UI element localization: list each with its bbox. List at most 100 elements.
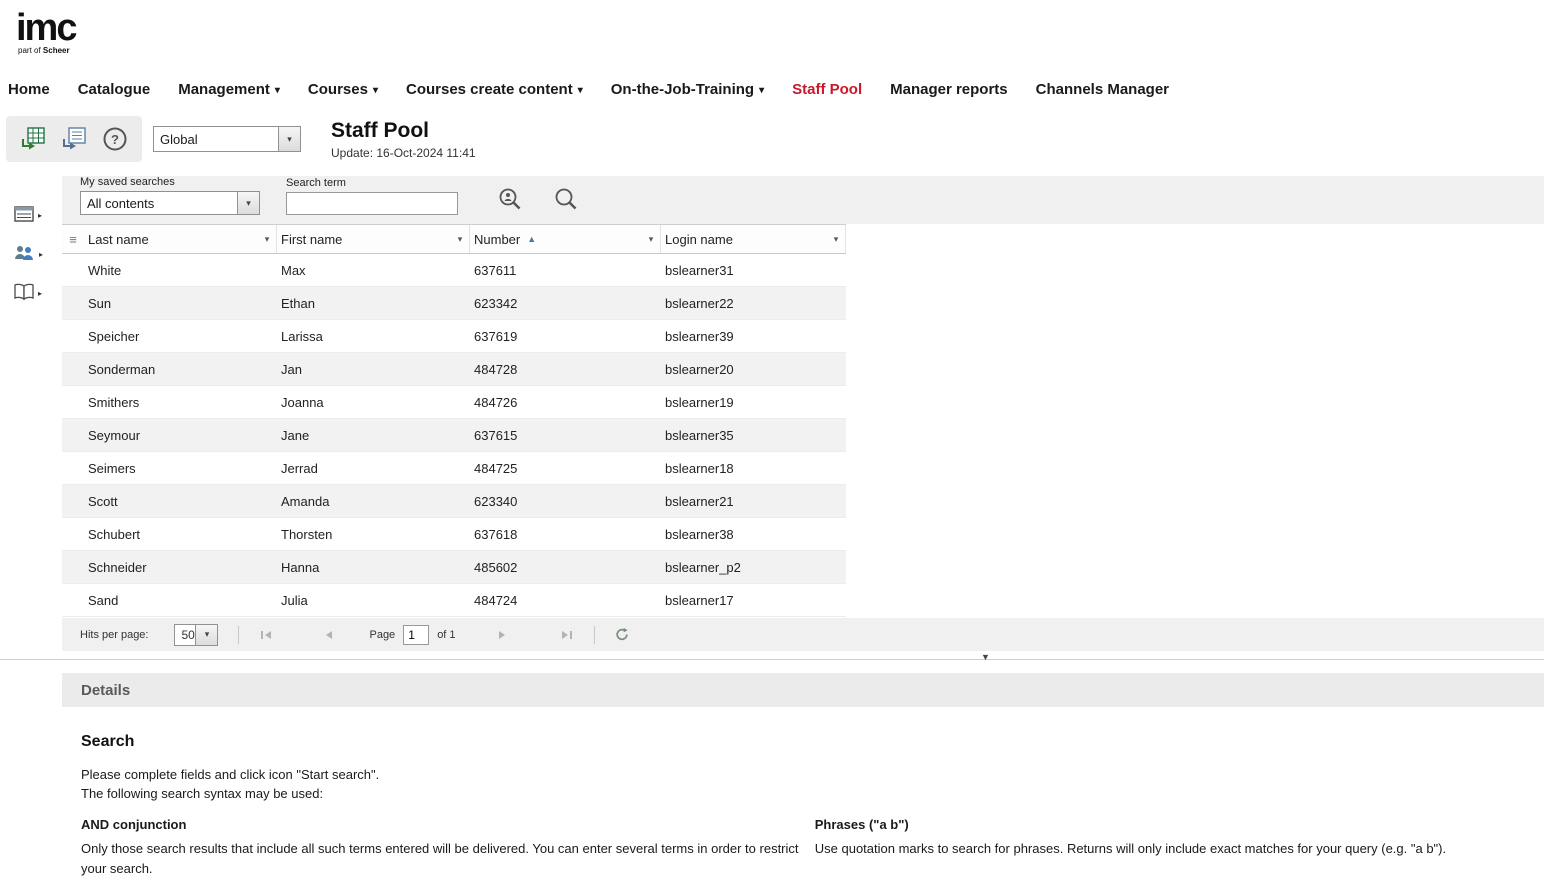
scope-select[interactable]: Global ▾ (153, 126, 301, 152)
cell-last-name: Sand (84, 593, 277, 608)
last-page-button[interactable] (560, 628, 574, 642)
filter-dropdown-icon[interactable]: ▾ (827, 234, 845, 245)
cell-first-name: Jerrad (277, 461, 470, 476)
nav-item[interactable]: Courses ▾ (308, 81, 378, 98)
table-row[interactable]: Schubert Thorsten 637618 bslearner38 (62, 518, 846, 551)
search-term-label: Search term (286, 177, 458, 189)
nav-item[interactable]: Channels Manager▾ (1036, 81, 1169, 98)
cell-login-name: bslearner39 (661, 329, 846, 344)
nav-item[interactable]: Management ▾ (178, 81, 280, 98)
nav-item-label: Channels Manager (1036, 81, 1169, 98)
table-row[interactable]: Sun Ethan 623342 bslearner22 (62, 287, 846, 320)
toolbar-icon-group: ? (6, 116, 142, 162)
nav-item[interactable]: Staff Pool▾ (792, 81, 862, 98)
column-header-first-name[interactable]: First name ▾ (277, 225, 470, 253)
refresh-icon[interactable] (615, 628, 629, 642)
panel-splitter[interactable]: ▼ (0, 651, 1544, 660)
cell-number: 637611 (470, 263, 661, 278)
details-content: Search Please complete fields and click … (0, 707, 1544, 879)
scope-select-value: Global (154, 127, 278, 151)
cell-first-name: Larissa (277, 329, 470, 344)
hits-per-page-value: 500 (175, 625, 195, 645)
table-row[interactable]: Scott Amanda 623340 bslearner21 (62, 485, 846, 518)
cell-first-name: Max (277, 263, 470, 278)
column-header-last-name[interactable]: Last name ▾ (84, 225, 277, 253)
expander-arrow-icon: ▸ (38, 289, 42, 298)
table-row[interactable]: Schneider Hanna 485602 bslearner_p2 (62, 551, 846, 584)
table-body: White Max 637611 bslearner31 Sun Ethan 6… (62, 254, 846, 617)
filter-dropdown-icon[interactable]: ▾ (451, 234, 469, 245)
chevron-down-icon: ▾ (759, 85, 764, 96)
chevron-down-icon: ▾ (373, 85, 378, 96)
and-conjunction-text: Only those search results that include a… (81, 839, 800, 879)
filter-dropdown-icon[interactable]: ▾ (642, 234, 660, 245)
sort-ascending-icon: ▲ (527, 234, 536, 244)
cell-first-name: Hanna (277, 560, 470, 575)
cell-first-name: Amanda (277, 494, 470, 509)
cell-number: 637618 (470, 527, 661, 542)
cell-last-name: Seymour (84, 428, 277, 443)
cell-login-name: bslearner38 (661, 527, 846, 542)
imc-logo-subtext: part of Scheer (18, 46, 120, 55)
table-row[interactable]: Seimers Jerrad 484725 bslearner18 (62, 452, 846, 485)
nav-item-label: Staff Pool (792, 81, 862, 98)
hits-per-page-select[interactable]: 500 ▾ (174, 624, 218, 646)
nav-item-label: Courses (308, 81, 368, 98)
nav-item-label: Home (8, 81, 50, 98)
cell-login-name: bslearner18 (661, 461, 846, 476)
chevron-down-icon: ▾ (578, 85, 583, 96)
nav-item[interactable]: On-the-Job-Training▾ (611, 81, 764, 98)
table-row[interactable]: Speicher Larissa 637619 bslearner39 (62, 320, 846, 353)
help-icon[interactable]: ? (102, 126, 128, 152)
search-icon[interactable] (552, 186, 580, 214)
chevron-down-icon[interactable]: ▾ (237, 192, 259, 214)
imc-logo: imc part of Scheer (0, 0, 120, 55)
page-label: Page (369, 629, 395, 641)
search-term-input[interactable] (286, 192, 458, 215)
saved-searches-label: My saved searches (80, 176, 260, 188)
page-number-input[interactable] (403, 625, 429, 645)
sidebar-list-panel-button[interactable]: ▸ (13, 202, 42, 228)
main-nav: Home▾ Catalogue▾ Management▾ Courses▾ Co… (0, 75, 1544, 103)
nav-item[interactable]: Courses create content▾ (406, 81, 583, 98)
cell-number: 637615 (470, 428, 661, 443)
chevron-down-icon[interactable]: ▾ (195, 625, 217, 645)
cell-login-name: bslearner_p2 (661, 560, 846, 575)
table-row[interactable]: Seymour Jane 637615 bslearner35 (62, 419, 846, 452)
table-row[interactable]: Sand Julia 484724 bslearner17 (62, 584, 846, 617)
grid-menu-icon[interactable]: ≡ (62, 232, 84, 247)
chevron-down-icon: ▾ (275, 85, 280, 96)
cell-number: 484725 (470, 461, 661, 476)
saved-searches-select[interactable]: All contents ▾ (80, 191, 260, 215)
column-header-login-name[interactable]: Login name ▾ (661, 225, 846, 253)
expander-arrow-icon: ▸ (39, 250, 43, 259)
cell-last-name: Smithers (84, 395, 277, 410)
column-header-number[interactable]: Number ▲ ▾ (470, 225, 661, 253)
nav-item[interactable]: Home▾ (8, 81, 50, 98)
export-file-icon[interactable] (61, 126, 87, 152)
previous-page-button[interactable] (321, 628, 335, 642)
sidebar-user-group-button[interactable]: ▸ (12, 241, 43, 267)
chevron-down-icon[interactable]: ▾ (278, 127, 300, 151)
page-of-label: of 1 (437, 629, 455, 641)
cell-login-name: bslearner21 (661, 494, 846, 509)
cell-first-name: Jan (277, 362, 470, 377)
cell-last-name: Schneider (84, 560, 277, 575)
nav-item[interactable]: Manager reports▾ (890, 81, 1008, 98)
table-row[interactable]: White Max 637611 bslearner31 (62, 254, 846, 287)
search-help-intro: Please complete fields and click icon "S… (81, 765, 1504, 803)
advanced-search-icon[interactable] (496, 186, 524, 214)
nav-item-label: Management (178, 81, 270, 98)
first-page-button[interactable] (259, 628, 273, 642)
details-title: Details (81, 682, 130, 699)
intro-line-1: Please complete fields and click icon "S… (81, 765, 1504, 784)
cell-last-name: Sonderman (84, 362, 277, 377)
sidebar-book-button[interactable]: ▸ (13, 280, 42, 306)
filter-dropdown-icon[interactable]: ▾ (258, 234, 276, 245)
nav-item[interactable]: Catalogue▾ (78, 81, 151, 98)
splitter-collapse-icon[interactable]: ▼ (981, 653, 990, 662)
next-page-button[interactable] (496, 628, 510, 642)
table-row[interactable]: Sonderman Jan 484728 bslearner20 (62, 353, 846, 386)
export-excel-icon[interactable] (20, 126, 46, 152)
table-row[interactable]: Smithers Joanna 484726 bslearner19 (62, 386, 846, 419)
